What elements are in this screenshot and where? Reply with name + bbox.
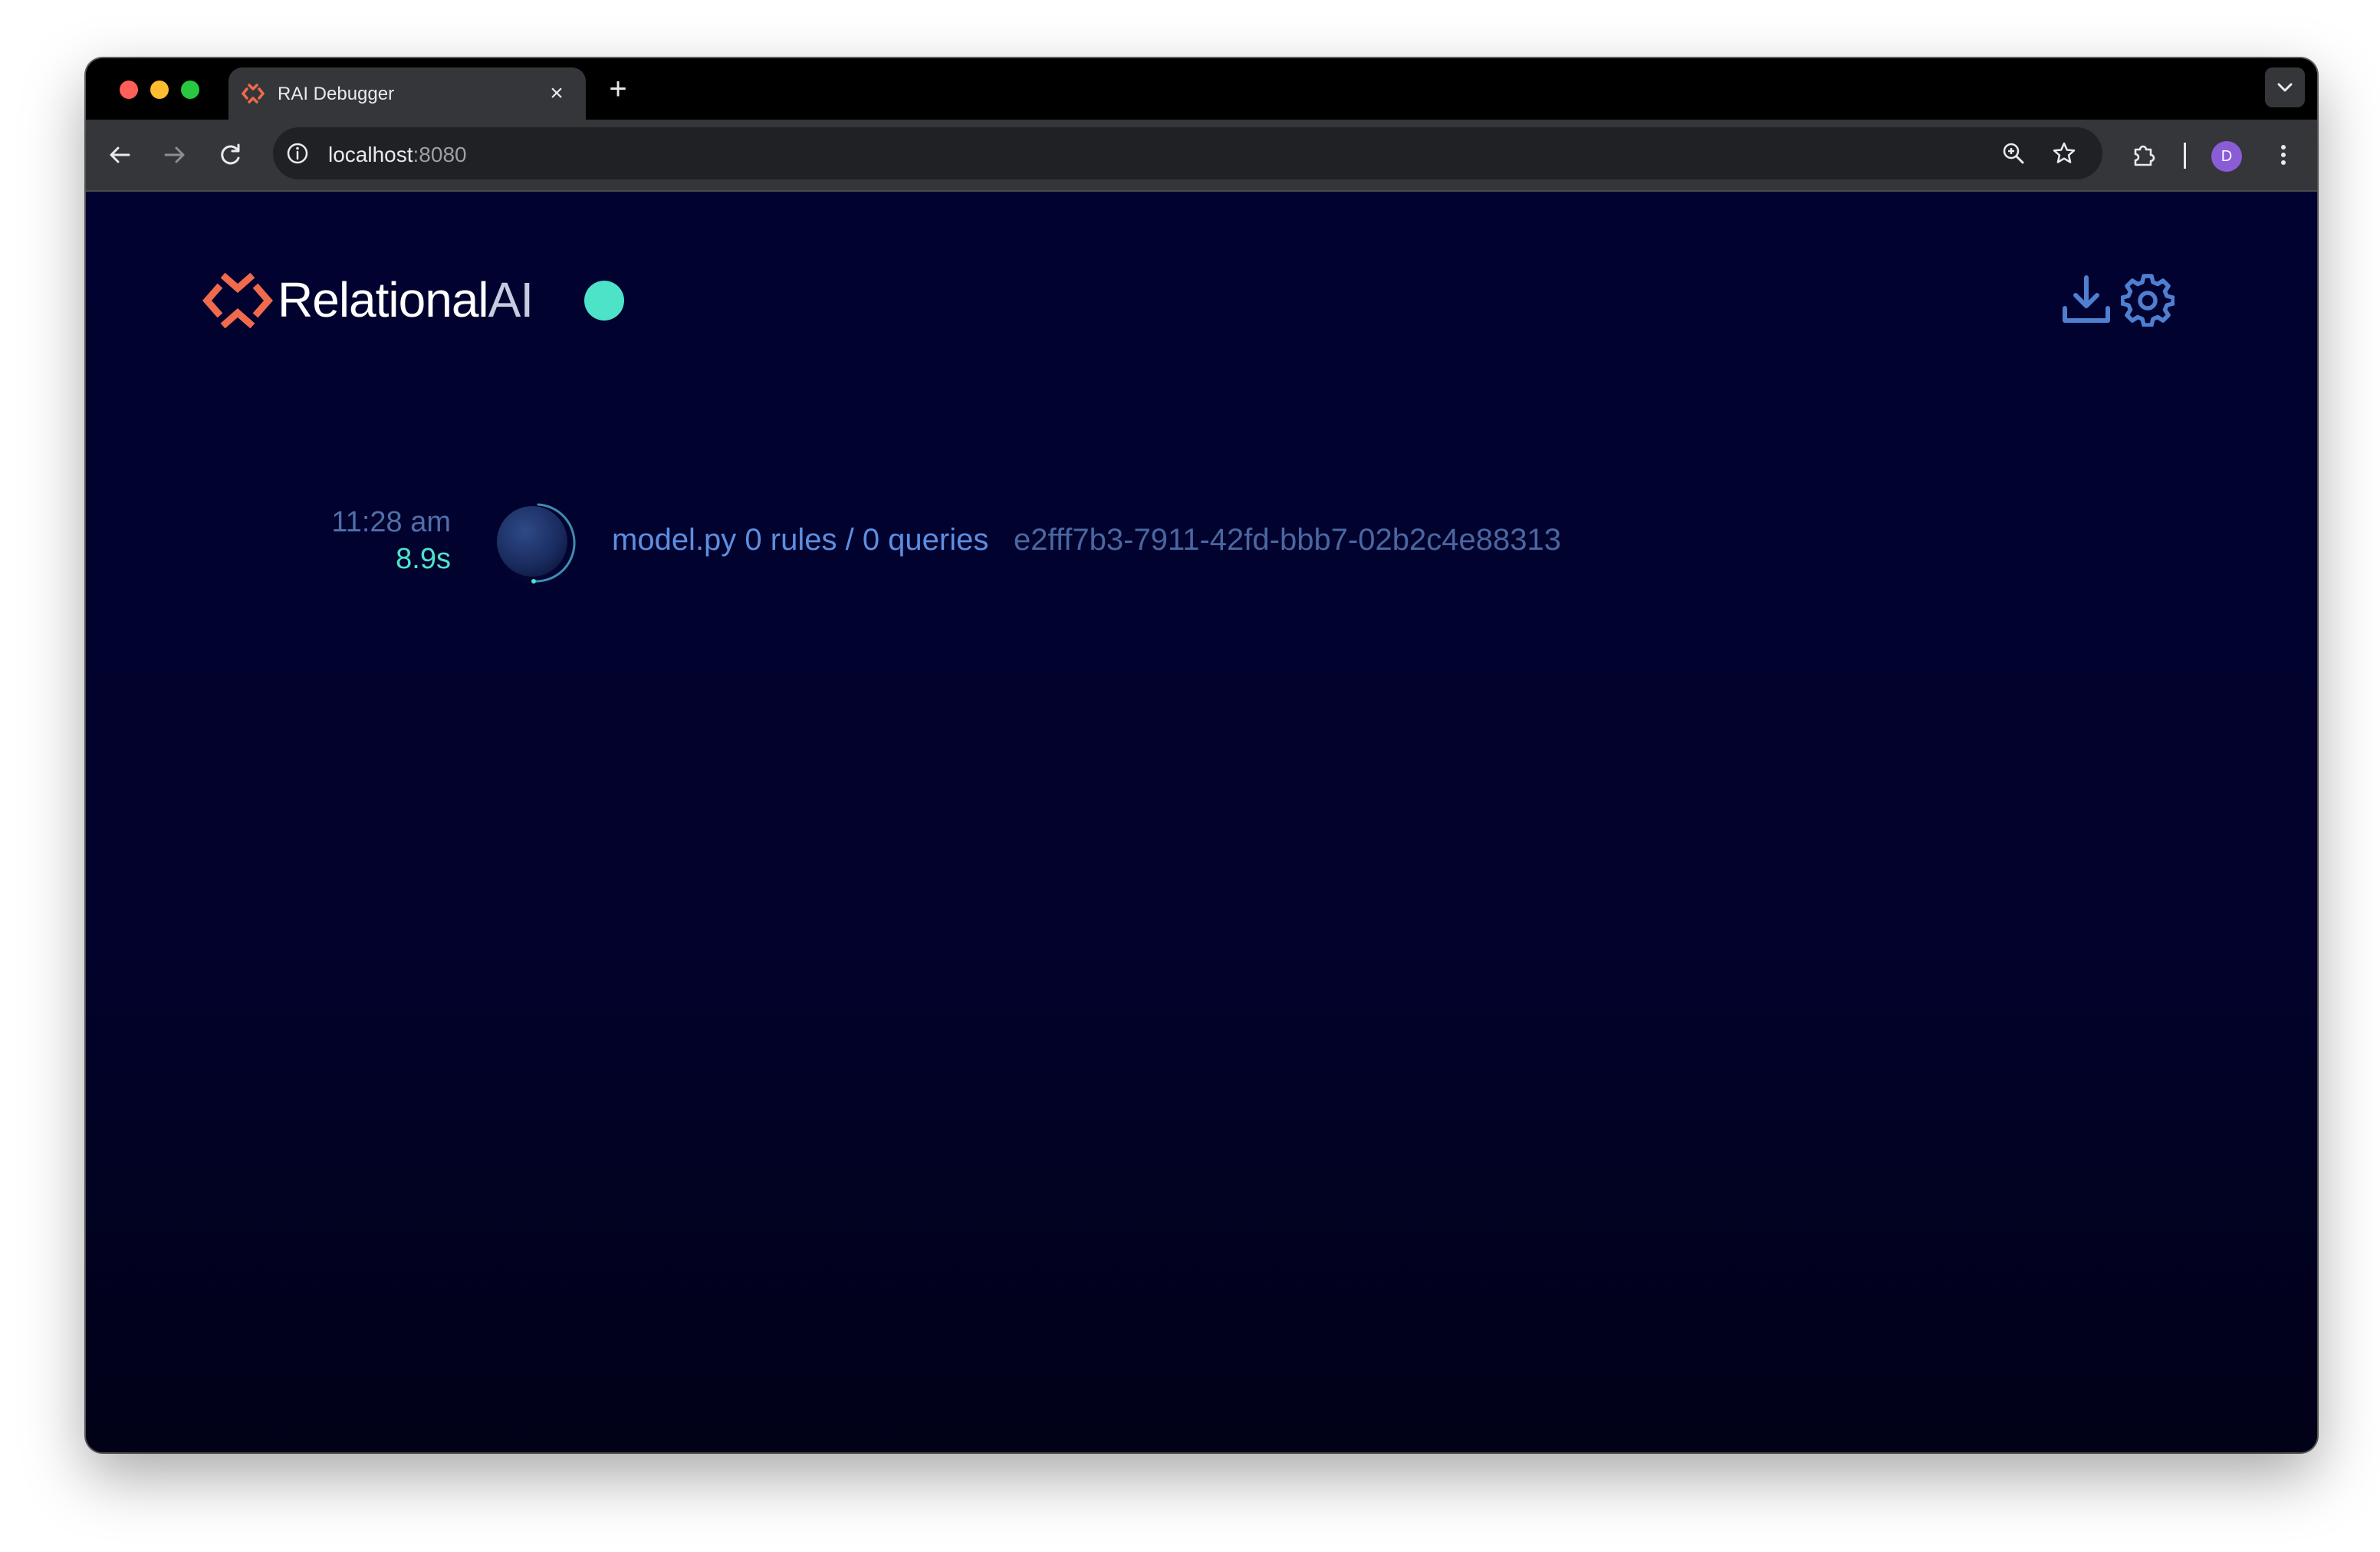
transaction-progress-spinner [494,503,577,595]
transaction-label: model.py 0 rules / 0 queries [612,523,989,557]
toolbar-divider [2184,143,2186,169]
bookmark-star-icon[interactable] [2050,140,2078,167]
extensions-puzzle-icon[interactable] [2129,140,2159,170]
url-text: localhost:8080 [328,143,467,167]
download-icon[interactable] [2059,273,2113,327]
tab-search-button[interactable] [2265,67,2305,107]
transaction-row[interactable]: 11:28 am 8.9s model.py 0 rules / 0 queri… [201,497,1658,604]
back-arrow-icon[interactable] [104,140,135,170]
brand-name: Relational [278,272,489,327]
settings-gear-icon[interactable] [2121,273,2175,327]
new-tab-button[interactable]: + [603,74,633,106]
close-window-button[interactable] [120,81,138,99]
browser-menu-icon[interactable] [2268,140,2299,170]
brand-suffix: AI [488,272,534,327]
url-port: :8080 [413,143,467,166]
site-info-icon[interactable] [284,140,311,167]
tab-rai-debugger[interactable]: RAI Debugger × [228,67,586,120]
brand-wordmark: RelationalAI [278,271,534,328]
forward-arrow-icon[interactable] [159,140,190,170]
profile-avatar[interactable]: D [2211,141,2242,172]
reload-icon[interactable] [215,140,245,170]
transaction-time: 11:28 am [331,506,451,538]
browser-window: RAI Debugger × + localhost:8080 D Relati… [86,58,2317,1452]
maximize-window-button[interactable] [181,81,199,99]
zoom-icon[interactable] [2000,140,2027,167]
transaction-duration: 8.9s [396,543,451,575]
minimize-window-button[interactable] [150,81,169,99]
tab-strip: RAI Debugger × + [86,58,2317,120]
url-host: localhost [328,143,413,166]
address-bar[interactable]: localhost:8080 [273,127,2102,179]
browser-toolbar: localhost:8080 D [86,120,2317,192]
debugger-page: RelationalAI 11:28 am 8.9s model.py 0 ru… [86,193,2317,1452]
tab-title: RAI Debugger [278,84,395,104]
relationalai-logo-icon [202,273,273,328]
tab-close-icon[interactable]: × [544,81,569,106]
transaction-id: e2fff7b3-7911-42fd-bbb7-02b2c4e88313 [1014,523,1561,557]
connection-status-indicator [584,281,624,321]
relationalai-favicon-icon [242,84,265,104]
